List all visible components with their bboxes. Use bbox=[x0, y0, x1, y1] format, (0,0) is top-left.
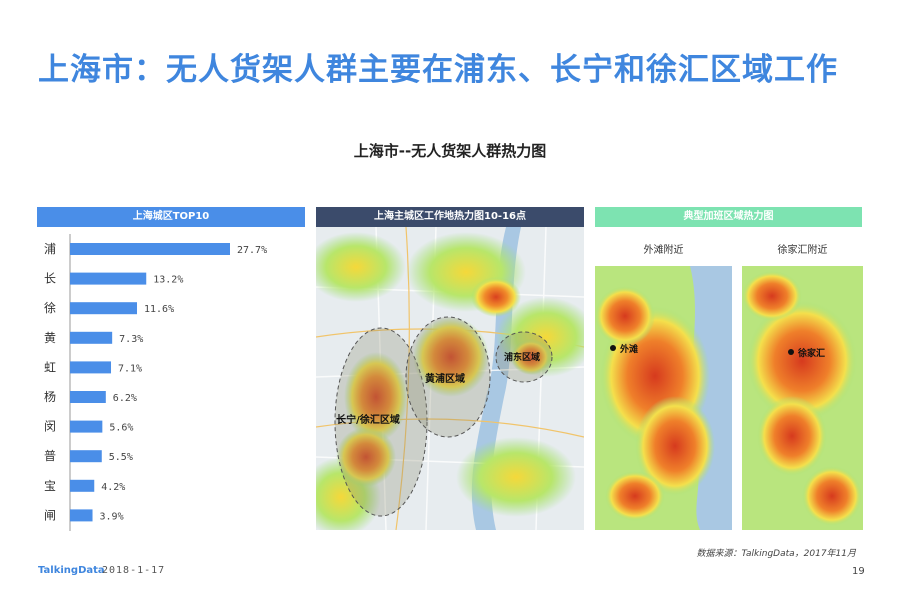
bar bbox=[70, 509, 93, 522]
chart-subtitle: 上海市--无人货架人群热力图 bbox=[353, 142, 547, 160]
bar bbox=[70, 450, 102, 463]
bar bbox=[70, 479, 95, 492]
bar-category-label: 普 bbox=[44, 449, 56, 463]
bar-value-label: 11.6% bbox=[144, 304, 174, 315]
bar bbox=[70, 391, 106, 403]
district-bar-chart: 浦 27.7% 长 13.2% 徐 11.6% 黄 7.3% 虹 7.1% 杨 6.2% 闵 5.6% 普 5… bbox=[44, 234, 267, 531]
bar-value-label: 3.9% bbox=[100, 511, 124, 522]
bar-category-label: 浦 bbox=[44, 242, 56, 256]
bar-panel-header: 上海城区TOP10 bbox=[37, 207, 305, 227]
bar-category-label: 虹 bbox=[44, 360, 56, 374]
bar-category-label: 长 bbox=[44, 272, 56, 286]
bar bbox=[70, 302, 138, 315]
bar-value-label: 6.2% bbox=[113, 393, 137, 404]
bar-value-label: 7.3% bbox=[119, 334, 143, 345]
bar-category-label: 杨 bbox=[44, 389, 56, 404]
bar-value-label: 13.2% bbox=[153, 275, 183, 286]
bar bbox=[70, 420, 103, 433]
report-date: 2018-1-17 bbox=[102, 565, 166, 576]
bar-category-label: 黄 bbox=[44, 331, 56, 345]
map-panel-header: 上海主城区工作地热力图10-16点 bbox=[316, 207, 584, 227]
bar-category-label: 闸 bbox=[44, 508, 56, 522]
bar-category-label: 宝 bbox=[44, 479, 56, 493]
map-label-pudong: 浦东区域 bbox=[504, 351, 540, 363]
map-label-huangpu: 黄浦区域 bbox=[425, 372, 465, 385]
map-label-changning: 长宁/徐汇区域 bbox=[336, 413, 400, 426]
map-label-bund: 外滩 bbox=[619, 343, 638, 355]
bund-heatmap: 外滩 bbox=[595, 266, 732, 530]
zone-panel-header: 典型加班区域热力图 bbox=[595, 207, 862, 227]
bar bbox=[70, 272, 147, 285]
page-title: 上海市：无人货架人群主要在浦东、长宁和徐汇区域工作 bbox=[38, 52, 838, 88]
xujiahui-heatmap: 徐家汇 bbox=[742, 266, 863, 530]
talkingdata-logo: TalkingData bbox=[38, 565, 105, 576]
map-label-xujiahui: 徐家汇 bbox=[797, 347, 825, 359]
bar-value-label: 4.2% bbox=[101, 482, 125, 493]
bar bbox=[70, 243, 230, 255]
bar-category-label: 闵 bbox=[44, 419, 56, 434]
page-number: 19 bbox=[852, 566, 865, 577]
bar-category-label: 徐 bbox=[44, 300, 56, 315]
bar bbox=[70, 331, 113, 344]
bar bbox=[70, 361, 112, 374]
bar-value-label: 5.5% bbox=[109, 452, 133, 463]
bar-value-label: 7.1% bbox=[118, 363, 142, 374]
bar-value-label: 5.6% bbox=[109, 423, 133, 434]
data-source: 数据来源：TalkingData，2017年11月 bbox=[696, 549, 856, 559]
zone-label-bund: 外滩附近 bbox=[643, 245, 684, 256]
zone-label-xujiahui: 徐家汇附近 bbox=[777, 245, 828, 256]
main-heatmap: 长宁/徐汇区域 黄浦区域 浦东区域 bbox=[316, 227, 584, 530]
bar-value-label: 27.7% bbox=[237, 245, 267, 256]
